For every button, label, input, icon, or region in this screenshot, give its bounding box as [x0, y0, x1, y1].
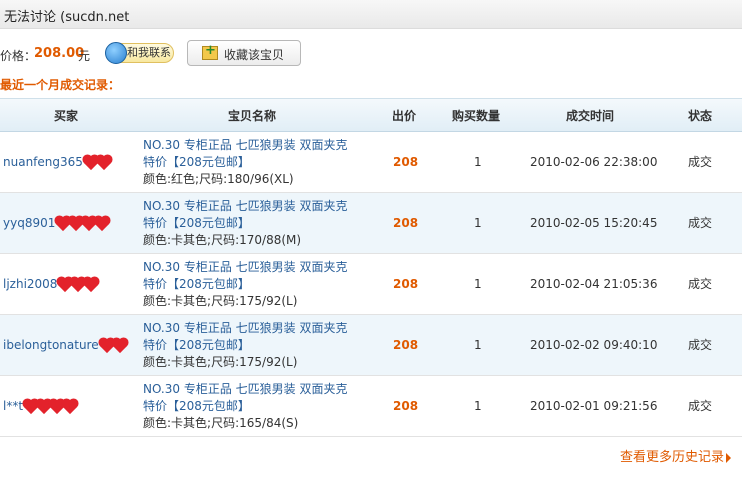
item-promo-link[interactable]: 特价【208元包邮】 [143, 154, 347, 171]
arrow-right-icon [726, 452, 732, 463]
item-cell: NO.30 专柜正品 七匹狼男装 双面夹克 特价【208元包邮】 颜色:卡其色;… [143, 381, 347, 432]
price-value: 208.00 [34, 46, 85, 61]
item-cell: NO.30 专柜正品 七匹狼男装 双面夹克 特价【208元包邮】 颜色:卡其色;… [143, 259, 347, 310]
buyer-name[interactable]: yyq8901 [3, 216, 55, 230]
heart-icon [112, 338, 127, 353]
quantity: 1 [474, 277, 482, 291]
status: 成交 [688, 155, 713, 169]
item-title-link[interactable]: NO.30 专柜正品 七匹狼男装 双面夹克 [143, 320, 347, 337]
item-spec: 颜色:红色;尺码:180/96(XL) [143, 172, 294, 186]
item-title-link[interactable]: NO.30 专柜正品 七匹狼男装 双面夹克 [143, 259, 347, 276]
table-row: ljzhi2008 NO.30 专柜正品 七匹狼男装 双面夹克 特价【208元包… [0, 254, 742, 315]
buyer-cell[interactable]: ibelongtonature [3, 338, 128, 353]
table-header: 买家 宝贝名称 出价 购买数量 成交时间 状态 [0, 98, 742, 132]
status: 成交 [688, 399, 713, 413]
item-cell: NO.30 专柜正品 七匹狼男装 双面夹克 特价【208元包邮】 颜色:红色;尺… [143, 137, 347, 188]
buyer-cell[interactable]: yyq8901 [3, 216, 110, 231]
col-item: 宝贝名称 [228, 109, 277, 123]
item-promo-link[interactable]: 特价【208元包邮】 [143, 276, 347, 293]
more-history-link[interactable]: 查看更多历史记录 [620, 446, 732, 465]
item-cell: NO.30 专柜正品 七匹狼男装 双面夹克 特价【208元包邮】 颜色:卡其色;… [143, 198, 347, 249]
item-promo-link[interactable]: 特价【208元包邮】 [143, 337, 347, 354]
buyer-cell[interactable]: ljzhi2008 [3, 277, 99, 292]
item-promo-link[interactable]: 特价【208元包邮】 [143, 398, 347, 415]
rating-hearts [83, 155, 112, 170]
item-spec: 颜色:卡其色;尺码:175/92(L) [143, 355, 298, 369]
item-title-link[interactable]: NO.30 专柜正品 七匹狼男装 双面夹克 [143, 137, 347, 154]
status: 成交 [688, 338, 713, 352]
heart-icon [84, 277, 99, 292]
col-price: 出价 [392, 109, 417, 123]
deal-time: 2010-02-01 09:21:56 [530, 399, 658, 413]
chat-bubble-icon [105, 42, 127, 64]
top-bar: 无法讨论 (sucdn.net [0, 0, 742, 29]
status: 成交 [688, 216, 713, 230]
col-buyer: 买家 [54, 109, 79, 123]
rating-hearts [23, 399, 78, 414]
item-title-link[interactable]: NO.30 专柜正品 七匹狼男装 双面夹克 [143, 198, 347, 215]
quantity: 1 [474, 399, 482, 413]
bid-price: 208 [393, 216, 419, 230]
item-title-link[interactable]: NO.30 专柜正品 七匹狼男装 双面夹克 [143, 381, 347, 398]
item-promo-link[interactable]: 特价【208元包邮】 [143, 215, 347, 232]
transaction-table: 买家 宝贝名称 出价 购买数量 成交时间 状态 nuanfeng365 NO.3… [0, 98, 742, 437]
item-spec: 颜色:卡其色;尺码:170/88(M) [143, 233, 302, 247]
status: 成交 [688, 277, 713, 291]
price-row: 价格： 208.00 元 和我联系 收藏该宝贝 [0, 40, 742, 66]
deal-time: 2010-02-04 21:05:36 [530, 277, 658, 291]
heart-icon [62, 399, 78, 414]
col-status: 状态 [688, 109, 713, 123]
more-history-label[interactable]: 查看更多历史记录 [620, 450, 724, 465]
table-row: l**t NO.30 专柜正品 七匹狼男装 双面夹克 特价【208元包邮】 颜色… [0, 376, 742, 437]
quantity: 1 [474, 338, 482, 352]
contact-button-label: 和我联系 [127, 46, 171, 59]
bid-price: 208 [393, 338, 419, 352]
buyer-name[interactable]: ljzhi2008 [3, 277, 57, 291]
item-spec: 颜色:卡其色;尺码:175/92(L) [143, 294, 298, 308]
rating-hearts [58, 277, 99, 292]
bid-price: 208 [393, 155, 419, 169]
col-quantity: 购买数量 [452, 109, 501, 123]
price-unit: 元 [78, 49, 91, 63]
rating-hearts [99, 338, 128, 353]
buyer-cell[interactable]: nuanfeng365 [3, 155, 112, 170]
col-time: 成交时间 [566, 109, 615, 123]
table-row: ibelongtonature NO.30 专柜正品 七匹狼男装 双面夹克 特价… [0, 315, 742, 376]
quantity: 1 [474, 216, 482, 230]
rating-hearts [56, 216, 110, 231]
page-title: 无法讨论 (sucdn.net [4, 10, 130, 25]
table-row: nuanfeng365 NO.30 专柜正品 七匹狼男装 双面夹克 特价【208… [0, 132, 742, 193]
price-label: 价格： [0, 49, 37, 63]
buyer-name[interactable]: l**t [3, 399, 23, 413]
heart-icon [96, 155, 111, 170]
item-spec: 颜色:卡其色;尺码:165/84(S) [143, 416, 299, 430]
deal-time: 2010-02-05 15:20:45 [530, 216, 658, 230]
table-row: yyq8901 NO.30 专柜正品 七匹狼男装 双面夹克 特价【208元包邮】… [0, 193, 742, 254]
deal-time: 2010-02-06 22:38:00 [530, 155, 658, 169]
section-title: 最近一个月成交记录： [0, 78, 121, 92]
folder-plus-icon [202, 43, 218, 60]
bid-price: 208 [393, 277, 419, 291]
buyer-name[interactable]: ibelongtonature [3, 338, 99, 352]
quantity: 1 [474, 155, 482, 169]
deal-time: 2010-02-02 09:40:10 [530, 338, 658, 352]
favorite-button-label: 收藏该宝贝 [224, 48, 285, 62]
contact-button[interactable]: 和我联系 [105, 42, 174, 64]
bid-price: 208 [393, 399, 419, 413]
heart-icon [95, 216, 110, 231]
buyer-cell[interactable]: l**t [3, 399, 78, 414]
item-cell: NO.30 专柜正品 七匹狼男装 双面夹克 特价【208元包邮】 颜色:卡其色;… [143, 320, 347, 371]
buyer-name[interactable]: nuanfeng365 [3, 155, 83, 169]
favorite-button[interactable]: 收藏该宝贝 [187, 40, 301, 66]
